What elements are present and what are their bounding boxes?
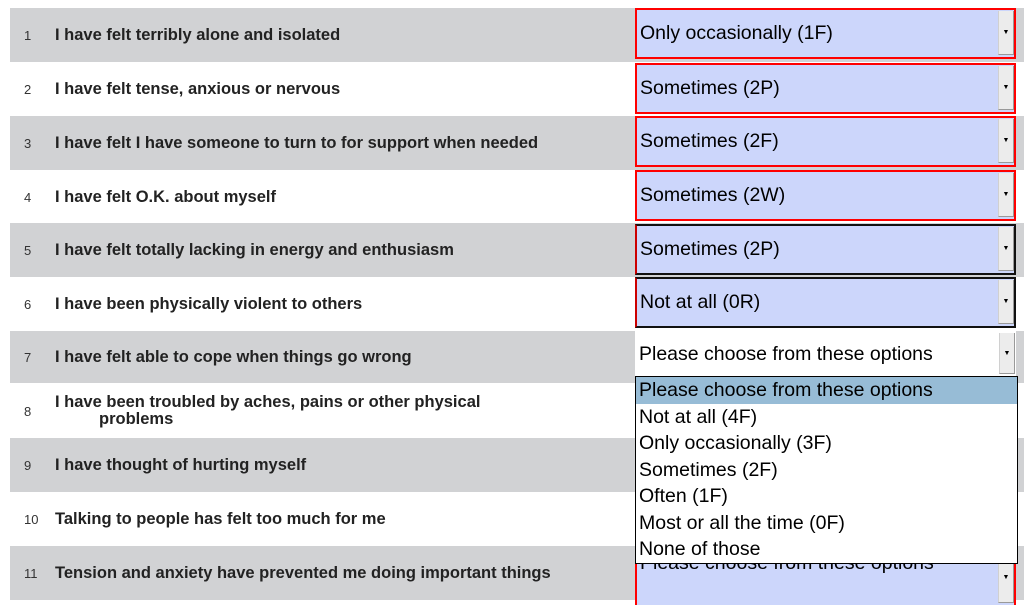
selected-value: Only occasionally (1F) <box>640 22 833 44</box>
dropdown-list[interactable]: Please choose from these options Not at … <box>635 376 1018 564</box>
dropdown-option[interactable]: None of those <box>636 536 1017 563</box>
dropdown-option[interactable]: Only occasionally (3F) <box>636 430 1017 457</box>
dropdown-arrow-icon[interactable]: ▼ <box>999 333 1015 374</box>
dropdown-option[interactable]: Often (1F) <box>636 483 1017 510</box>
dropdown-option[interactable]: Not at all (4F) <box>636 404 1017 431</box>
answer-select[interactable]: Please choose from these options ▼ <box>635 331 1016 377</box>
question-number: 4 <box>24 189 32 205</box>
question-text-line: I have been troubled by aches, pains or … <box>55 393 481 411</box>
question-number: 3 <box>24 135 32 151</box>
question-text: I have thought of hurting myself <box>55 455 307 474</box>
question-row: 2 I have felt tense, anxious or nervous … <box>10 62 1024 116</box>
question-row: 3 I have felt I have someone to turn to … <box>10 116 1024 170</box>
dropdown-option[interactable]: Sometimes (2F) <box>636 457 1017 484</box>
dropdown-arrow-icon[interactable]: ▼ <box>998 227 1014 271</box>
dropdown-option[interactable]: Most or all the time (0F) <box>636 510 1017 537</box>
question-text: I have felt able to cope when things go … <box>55 347 412 366</box>
question-row: 4 I have felt O.K. about myself Sometime… <box>10 170 1024 224</box>
answer-select[interactable]: Sometimes (2P) ▼ <box>635 224 1016 275</box>
answer-select[interactable]: Sometimes (2P) ▼ <box>635 63 1016 114</box>
question-text: I have felt O.K. about myself <box>55 187 276 206</box>
question-text: I have felt totally lacking in energy an… <box>55 240 454 259</box>
question-text-continuation: problems <box>99 410 174 428</box>
question-number: 9 <box>24 457 32 473</box>
question-text: I have been physically violent to others <box>55 294 363 313</box>
question-number: 1 <box>24 27 32 43</box>
dropdown-arrow-icon[interactable]: ▼ <box>998 11 1014 55</box>
question-text: I have been troubled by aches, pains or … <box>55 394 625 428</box>
question-number: 8 <box>24 403 32 419</box>
question-number: 2 <box>24 81 32 97</box>
dropdown-option[interactable]: Please choose from these options <box>636 377 1017 404</box>
question-text: I have felt I have someone to turn to fo… <box>55 133 539 152</box>
question-text: I have felt tense, anxious or nervous <box>55 79 341 98</box>
dropdown-arrow-icon[interactable]: ▼ <box>998 119 1014 163</box>
question-row: 6 I have been physically violent to othe… <box>10 277 1024 331</box>
question-text: I have felt terribly alone and isolated <box>55 25 341 44</box>
question-row: 1 I have felt terribly alone and isolate… <box>10 8 1024 62</box>
question-row: 5 I have felt totally lacking in energy … <box>10 223 1024 277</box>
dropdown-arrow-icon[interactable]: ▼ <box>998 280 1014 324</box>
answer-select[interactable]: Only occasionally (1F) ▼ <box>635 8 1016 59</box>
selected-value: Sometimes (2P) <box>640 238 780 260</box>
answer-select[interactable]: Sometimes (2F) ▼ <box>635 116 1016 167</box>
answer-select[interactable]: Sometimes (2W) ▼ <box>635 170 1016 221</box>
dropdown-arrow-icon[interactable]: ▼ <box>998 66 1014 110</box>
question-number: 10 <box>24 511 39 527</box>
answer-select[interactable]: Not at all (0R) ▼ <box>635 277 1016 328</box>
selected-value: Sometimes (2P) <box>640 77 780 99</box>
dropdown-arrow-icon[interactable]: ▼ <box>998 173 1014 217</box>
selected-value: Please choose from these options <box>639 342 933 365</box>
selected-value: Not at all (0R) <box>640 291 761 313</box>
question-text: Tension and anxiety have prevented me do… <box>55 563 551 582</box>
selected-value: Sometimes (2W) <box>640 184 786 206</box>
question-number: 7 <box>24 349 32 365</box>
selected-value: Sometimes (2F) <box>640 130 779 152</box>
question-number: 5 <box>24 242 32 258</box>
question-number: 6 <box>24 296 32 312</box>
question-text: Talking to people has felt too much for … <box>55 509 386 528</box>
question-number: 11 <box>24 565 38 581</box>
